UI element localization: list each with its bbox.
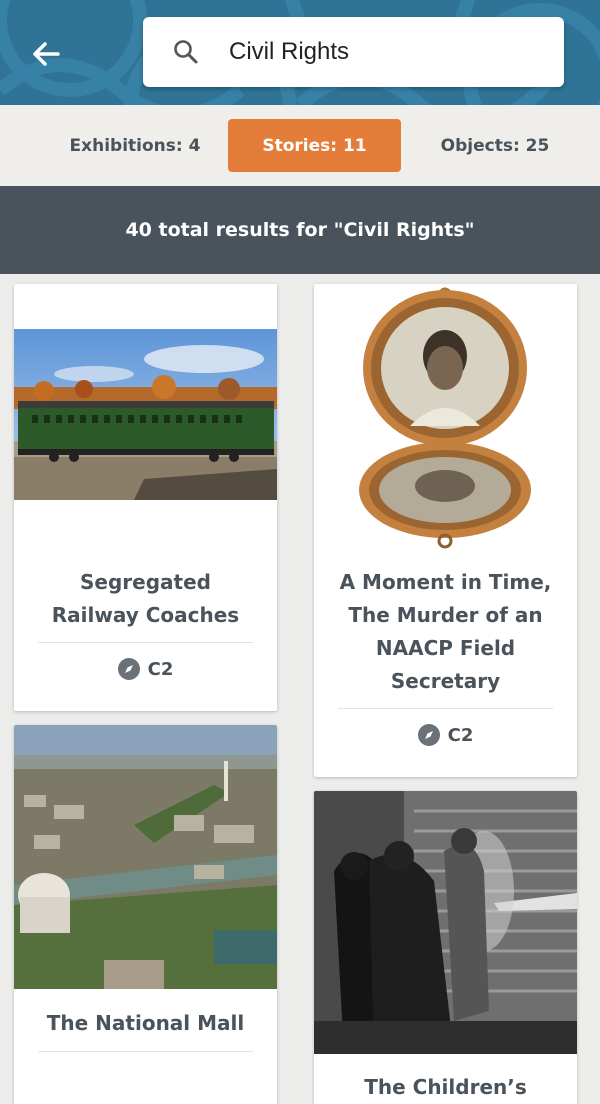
card-title: A Moment in Time, The Murder of an NAACP… — [339, 570, 552, 693]
search-box[interactable] — [143, 17, 564, 87]
search-icon — [174, 40, 198, 64]
tab-objects[interactable]: Objects: 25 — [420, 119, 570, 172]
card-title: Segregated Railway Coaches — [51, 570, 240, 627]
card-title: The National Mall — [46, 1011, 245, 1035]
back-button[interactable] — [26, 34, 66, 74]
railway-coach-image — [14, 329, 277, 500]
card-divider — [338, 708, 553, 709]
card-location: C2 — [314, 724, 577, 746]
location-label: C2 — [147, 658, 174, 680]
results-summary-bar: 40 total results for "Civil Rights" — [0, 186, 600, 274]
compass-icon — [117, 658, 140, 680]
story-card[interactable]: The National Mall — [14, 725, 277, 1104]
results-grid: Segregated Railway Coaches C2 A Moment i… — [0, 274, 600, 1104]
story-card[interactable]: The Children’s — [314, 791, 577, 1104]
fire-hose-protest-image — [314, 791, 577, 1054]
app-header — [0, 0, 600, 105]
story-card[interactable]: Segregated Railway Coaches C2 — [14, 284, 277, 711]
story-card[interactable]: A Moment in Time, The Murder of an NAACP… — [314, 284, 577, 777]
tab-exhibitions[interactable]: Exhibitions: 4 — [60, 119, 210, 172]
results-summary-text: 40 total results for "Civil Rights" — [125, 219, 475, 241]
card-title: The Children’s — [364, 1075, 527, 1099]
card-divider — [38, 642, 253, 643]
card-divider — [38, 1051, 253, 1052]
national-mall-image — [14, 725, 277, 989]
card-location: C2 — [14, 658, 277, 680]
compass-icon — [417, 724, 440, 746]
search-input[interactable] — [229, 31, 539, 73]
arrow-left-icon — [33, 42, 60, 66]
tab-stories[interactable]: Stories: 11 — [228, 119, 401, 172]
locket-image — [359, 287, 531, 549]
location-label: C2 — [447, 724, 474, 746]
result-type-tabs: Exhibitions: 4 Stories: 11 Objects: 25 — [0, 105, 600, 186]
